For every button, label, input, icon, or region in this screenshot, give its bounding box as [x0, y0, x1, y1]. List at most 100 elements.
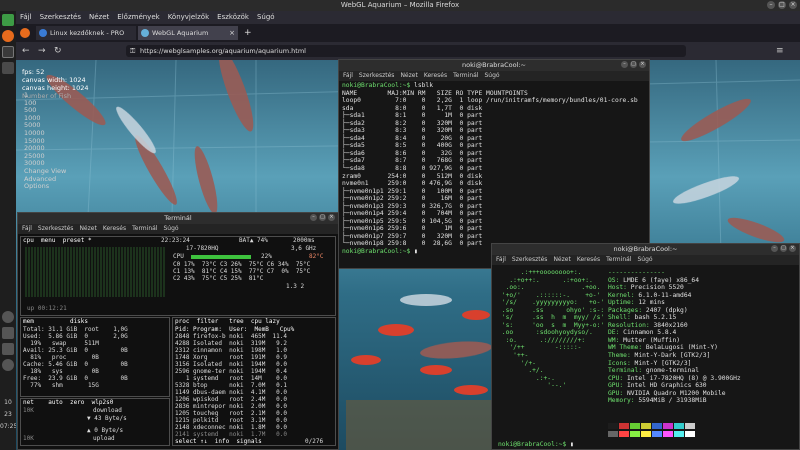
options-option[interactable]: Options — [24, 183, 66, 191]
hamburger-menu-icon[interactable]: ≡ — [776, 45, 784, 57]
close-icon[interactable]: × — [328, 214, 335, 221]
back-icon[interactable]: ← — [22, 45, 30, 57]
menu-file[interactable]: Fájl — [343, 71, 353, 81]
table-row[interactable]: 1748 Xorg root 191M 0.9 — [175, 354, 287, 361]
lsblk-row: ├─nvme0n1p5 259:5 0 104,5G 0 part — [342, 217, 483, 225]
table-row[interactable]: 2596 gnome-ter noki 194M 0.4 — [175, 368, 287, 375]
menu-view[interactable]: Nézet — [89, 11, 109, 24]
menu-edit[interactable]: Szerkesztés — [512, 255, 548, 265]
menu-file[interactable]: Fájl — [20, 11, 32, 24]
table-row[interactable]: 4288 Isolated noki 319M 9.2 — [175, 340, 287, 347]
menu-tools[interactable]: Eszközök — [217, 11, 249, 24]
maximize-icon[interactable]: □ — [630, 61, 637, 68]
btop-cpu-header[interactable]: cpu menu preset * — [23, 237, 92, 244]
terminal-icon[interactable] — [2, 46, 14, 58]
firefox-icon[interactable] — [2, 30, 14, 42]
btop-cpu-graph — [25, 247, 165, 297]
info-key: OS: — [608, 276, 620, 284]
menu-view[interactable]: Nézet — [79, 224, 96, 234]
menu-history[interactable]: Előzmények — [117, 11, 159, 24]
files-icon[interactable] — [2, 62, 14, 74]
menu-help[interactable]: Súgó — [484, 71, 499, 81]
maximize-icon[interactable]: □ — [778, 1, 786, 9]
table-row[interactable]: 1215 polkitd root 3.1M 0.0 — [175, 417, 287, 424]
menu-edit[interactable]: Szerkesztés — [359, 71, 395, 81]
color-swatch — [652, 423, 662, 429]
minimize-icon[interactable]: – — [621, 61, 628, 68]
lsblk-row: ├─nvme0n1p1 259:1 0 100M 0 part — [342, 187, 483, 195]
logo-line: .:+++oooooooo+:. — [498, 269, 605, 276]
lsblk-row: └─nvme0n1p8 259:8 0 28,6G 0 part — [342, 240, 483, 248]
bluetooth-icon[interactable] — [2, 359, 14, 371]
tab-close-icon[interactable]: × — [229, 26, 235, 40]
color-swatch — [608, 431, 618, 437]
color-swatch — [674, 423, 684, 429]
menu-view[interactable]: Nézet — [553, 255, 570, 265]
tab-aquarium[interactable]: WebGL Aquarium × — [138, 26, 238, 40]
menu-view[interactable]: Nézet — [400, 71, 417, 81]
minimize-icon[interactable]: – — [310, 214, 317, 221]
table-row[interactable]: 5328 btop noki 7.0M 0.1 — [175, 382, 287, 389]
menu-search[interactable]: Keresés — [577, 255, 600, 265]
menu-help[interactable]: Súgó — [163, 224, 178, 234]
table-row[interactable]: 2312 cinnamon noki 198M 1.0 — [175, 347, 287, 354]
menu-terminal[interactable]: Terminál — [453, 71, 478, 81]
color-swatch — [630, 423, 640, 429]
menu-bookmarks[interactable]: Könyvjelzők — [168, 11, 209, 24]
maximize-icon[interactable]: □ — [780, 245, 787, 252]
menu-help[interactable]: Súgó — [637, 255, 652, 265]
terminal-titlebar: noki@BrabraCool:~ – □ × — [492, 244, 799, 255]
table-row[interactable]: 1 systemd root 14M 0.0 — [175, 375, 287, 382]
new-tab-button[interactable]: + — [240, 26, 256, 40]
menu-edit[interactable]: Szerkesztés — [40, 11, 81, 24]
menu-search[interactable]: Keresés — [103, 224, 126, 234]
table-row[interactable]: 1149 dbus-daem noki 4.1M 0.0 — [175, 389, 287, 396]
firefox-view-icon[interactable] — [20, 28, 30, 38]
btop-proc-header[interactable]: proc filter tree cpu lazy — [175, 318, 280, 325]
btop-proc-footer: select ↑↓ info signals — [175, 438, 262, 445]
menu-search[interactable]: Keresés — [424, 71, 447, 81]
table-row[interactable]: 2148 xdeconnec noki 1.8M 0.0 — [175, 424, 287, 431]
menu-help[interactable]: Súgó — [257, 11, 275, 24]
reload-icon[interactable]: ↻ — [54, 45, 62, 57]
battery-icon[interactable] — [2, 343, 14, 355]
table-row[interactable]: 2848 firefox-b noki 465M 11.4 — [175, 333, 287, 340]
menu-terminal[interactable]: Terminál — [606, 255, 631, 265]
table-row[interactable]: 1205 toucheg root 2.1M 0.0 — [175, 410, 287, 417]
table-row[interactable]: 2836 mintrepor noki 2.0M 0.0 — [175, 403, 287, 410]
close-icon[interactable]: × — [789, 245, 796, 252]
lsblk-terminal[interactable]: noki@BrabraCool:~ – □ × Fájl Szerkesztés… — [338, 59, 650, 269]
table-row[interactable]: 1206 wpiskod root 2.4M 0.0 — [175, 396, 287, 403]
btop-interval[interactable]: 2000ms — [293, 237, 315, 244]
url-bar[interactable]: ⚿ https://webglsamples.org/aquarium/aqua… — [126, 45, 686, 57]
btop-download-label: download — [93, 407, 122, 414]
lsblk-row: ├─nvme0n1p4 259:4 0 704M 0 part — [342, 210, 483, 218]
table-row[interactable]: 2141 systemd noki 1.7M 0.0 — [175, 431, 287, 438]
tab-linux[interactable]: Linux kezdőknek - PRO — [36, 26, 136, 40]
menu-terminal[interactable]: Terminál — [132, 224, 157, 234]
menu-icon[interactable] — [2, 14, 14, 26]
close-icon[interactable]: × — [639, 61, 646, 68]
dock-clock-time: 07:25 — [0, 423, 18, 430]
close-icon[interactable]: × — [789, 1, 797, 9]
info-value: BelaLugosi (Mint-Y) — [642, 344, 718, 352]
info-value: LMDE 6 (faye) x86_64 — [619, 276, 699, 284]
btop-terminal[interactable]: Terminál – □ × Fájl Szerkesztés Nézet Ke… — [17, 212, 339, 450]
network-icon[interactable] — [2, 311, 14, 323]
table-row[interactable]: 3156 Isolated noki 194M 0.0 — [175, 361, 287, 368]
menu-file[interactable]: Fájl — [22, 224, 32, 234]
maximize-icon[interactable]: □ — [319, 214, 326, 221]
menu-edit[interactable]: Szerkesztés — [38, 224, 74, 234]
volume-icon[interactable] — [2, 327, 14, 339]
minimize-icon[interactable]: – — [771, 245, 778, 252]
minimize-icon[interactable]: – — [767, 1, 775, 9]
tab-label: Linux kezdőknek - PRO — [50, 29, 125, 37]
menu-file[interactable]: Fájl — [496, 255, 506, 265]
color-swatch — [619, 431, 629, 437]
color-swatch — [619, 423, 629, 429]
neofetch-terminal[interactable]: noki@BrabraCool:~ – □ × Fájl Szerkesztés… — [491, 243, 800, 450]
color-swatch — [663, 423, 673, 429]
info-key: Packages: — [608, 306, 643, 314]
forward-icon[interactable]: → — [38, 45, 46, 57]
btop-mem-line: 19% swap 511M — [23, 340, 99, 347]
